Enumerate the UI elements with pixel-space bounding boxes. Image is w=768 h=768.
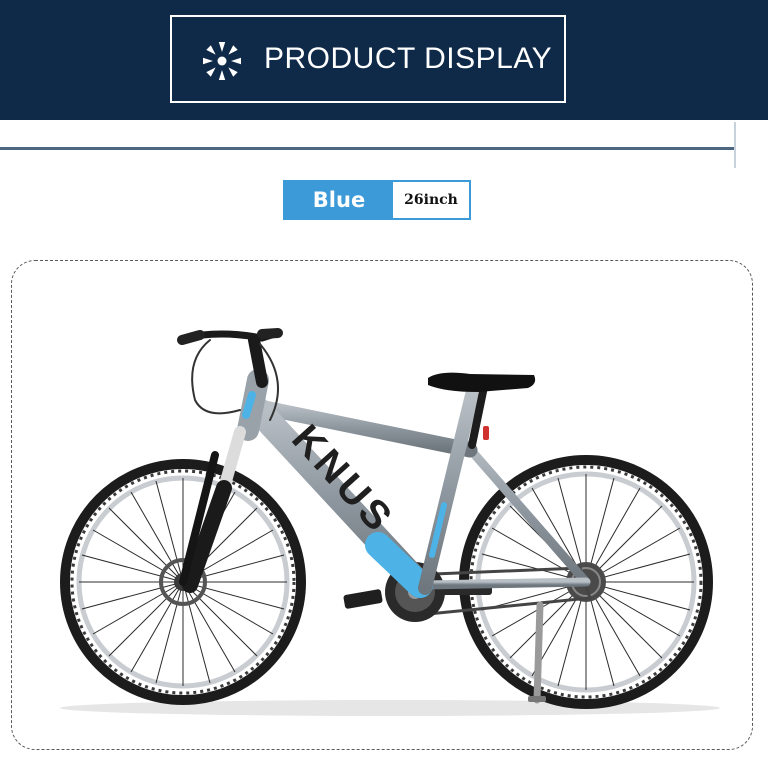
mountain-bike-image: KNUS <box>60 328 720 716</box>
saddle <box>428 372 536 449</box>
front-fork <box>179 426 246 593</box>
